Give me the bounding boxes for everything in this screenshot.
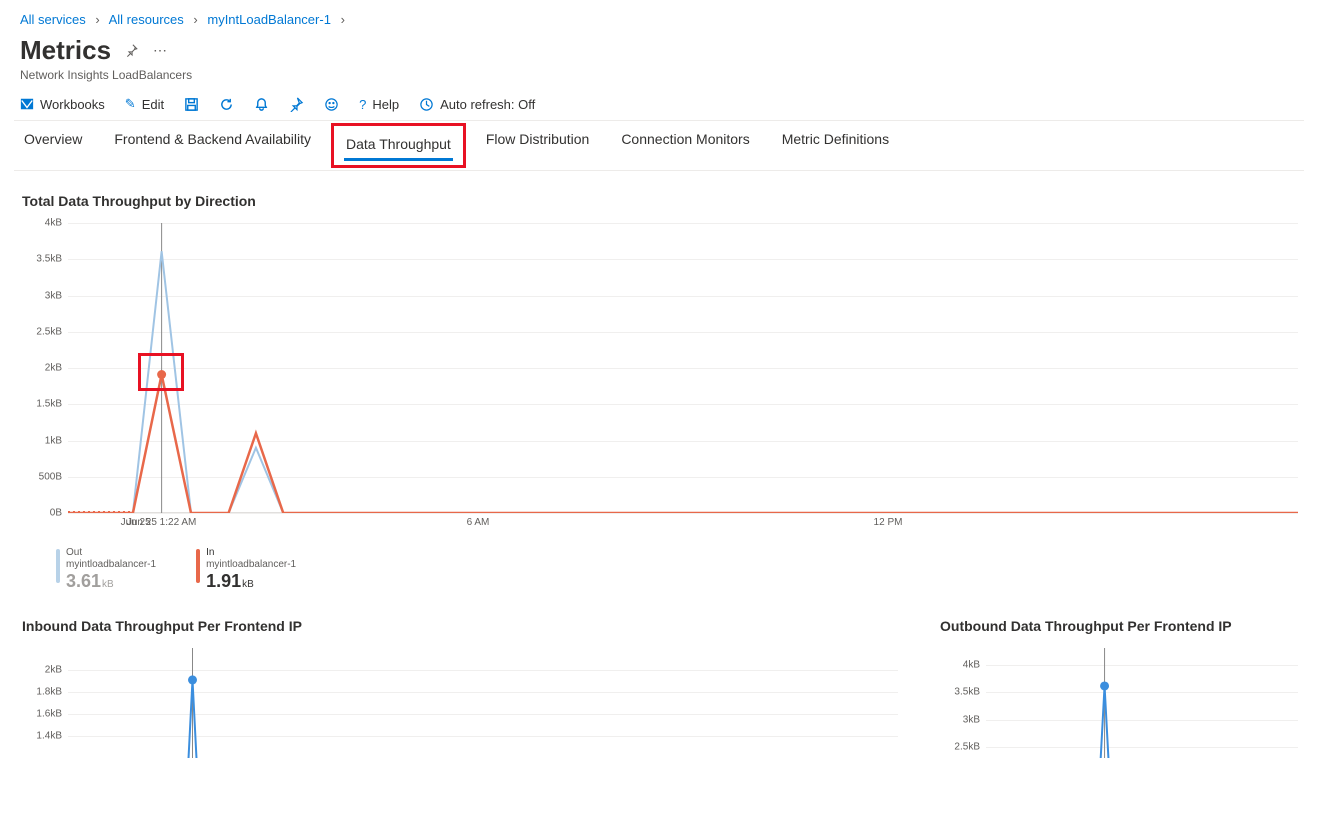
chart3-y-axis: 2.5kB3kB3.5kB4kB (938, 648, 986, 768)
workbook-icon (20, 97, 34, 111)
legend-out-value: 3.61 (66, 571, 101, 591)
tab-frontend-backend-availability[interactable]: Frontend & Backend Availability (112, 121, 313, 170)
legend-out-label: Out (66, 547, 156, 559)
chart2[interactable]: 1.4kB1.6kB1.8kB2kB (20, 648, 898, 768)
save-icon[interactable] (184, 97, 199, 112)
chart1[interactable]: 0B500B1kB1.5kB2kB2.5kB3kB3.5kB4kB Jun 25… (20, 223, 1298, 533)
edit-label: Edit (142, 97, 164, 112)
smile-icon[interactable] (324, 97, 339, 112)
help-icon: ? (359, 97, 366, 112)
page-header: Metrics ⋯ Network Insights LoadBalancers (0, 31, 1318, 88)
chart3-title: Outbound Data Throughput Per Frontend IP (938, 596, 1298, 640)
help-button[interactable]: ? Help (359, 97, 399, 112)
highlight-box-tab: Data Throughput (331, 123, 466, 168)
tab-overview[interactable]: Overview (22, 121, 84, 170)
page-title: Metrics (20, 35, 111, 66)
chart1-title: Total Data Throughput by Direction (0, 171, 1318, 215)
chart3[interactable]: 2.5kB3kB3.5kB4kB (938, 648, 1298, 768)
tab-data-throughput[interactable]: Data Throughput (344, 130, 453, 161)
chart1-x-axis: Jun 25Jun 25 1:22 AM6 AM12 PM (68, 513, 1298, 533)
more-icon[interactable]: ⋯ (153, 42, 167, 59)
breadcrumb-link-all-resources[interactable]: All resources (109, 12, 184, 27)
chevron-right-icon: › (193, 12, 197, 27)
bell-icon[interactable] (254, 97, 269, 112)
pin-icon[interactable] (125, 44, 139, 58)
breadcrumb-link-resource[interactable]: myIntLoadBalancer-1 (207, 12, 331, 27)
breadcrumb-link-all-services[interactable]: All services (20, 12, 86, 27)
legend-out-unit: kB (102, 579, 114, 590)
legend-in-sub: myintloadbalancer-1 (206, 559, 296, 571)
chart1-plot-area (68, 223, 1298, 513)
legend-in-unit: kB (242, 579, 254, 590)
chart2-plot-area (68, 648, 898, 758)
toolbar: Workbooks ✎ Edit ? Help Auto refresh: Of… (0, 88, 1318, 116)
edit-button[interactable]: ✎ Edit (125, 96, 164, 112)
legend-in-value: 1.91 (206, 571, 241, 591)
chart2-title: Inbound Data Throughput Per Frontend IP (20, 596, 898, 640)
chart1-legend: Out myintloadbalancer-1 3.61kB In myintl… (0, 541, 1318, 596)
workbooks-label: Workbooks (40, 97, 105, 112)
workbooks-button[interactable]: Workbooks (20, 97, 105, 112)
legend-out-sub: myintloadbalancer-1 (66, 559, 156, 571)
tabs-bar: Overview Frontend & Backend Availability… (14, 120, 1304, 171)
chart3-plot-area (986, 648, 1298, 758)
legend-out[interactable]: Out myintloadbalancer-1 3.61kB (56, 547, 156, 592)
auto-refresh-label: Auto refresh: Off (440, 97, 535, 112)
tab-flow-distribution[interactable]: Flow Distribution (484, 121, 591, 170)
breadcrumb: All services › All resources › myIntLoad… (0, 0, 1318, 31)
refresh-icon[interactable] (219, 97, 234, 112)
chevron-right-icon: › (95, 12, 99, 27)
tab-connection-monitors[interactable]: Connection Monitors (619, 121, 751, 170)
auto-refresh-button[interactable]: Auto refresh: Off (419, 97, 535, 112)
pencil-icon: ✎ (125, 96, 136, 112)
chevron-right-icon: › (341, 12, 345, 27)
tab-metric-definitions[interactable]: Metric Definitions (780, 121, 891, 170)
legend-in[interactable]: In myintloadbalancer-1 1.91kB (196, 547, 296, 592)
chart2-y-axis: 1.4kB1.6kB1.8kB2kB (20, 648, 68, 768)
subtitle: Network Insights LoadBalancers (20, 68, 1298, 82)
clock-icon (419, 97, 434, 112)
pin-toolbar-icon[interactable] (289, 97, 304, 112)
chart1-y-axis: 0B500B1kB1.5kB2kB2.5kB3kB3.5kB4kB (20, 223, 68, 533)
help-label: Help (372, 97, 399, 112)
legend-in-label: In (206, 547, 296, 559)
